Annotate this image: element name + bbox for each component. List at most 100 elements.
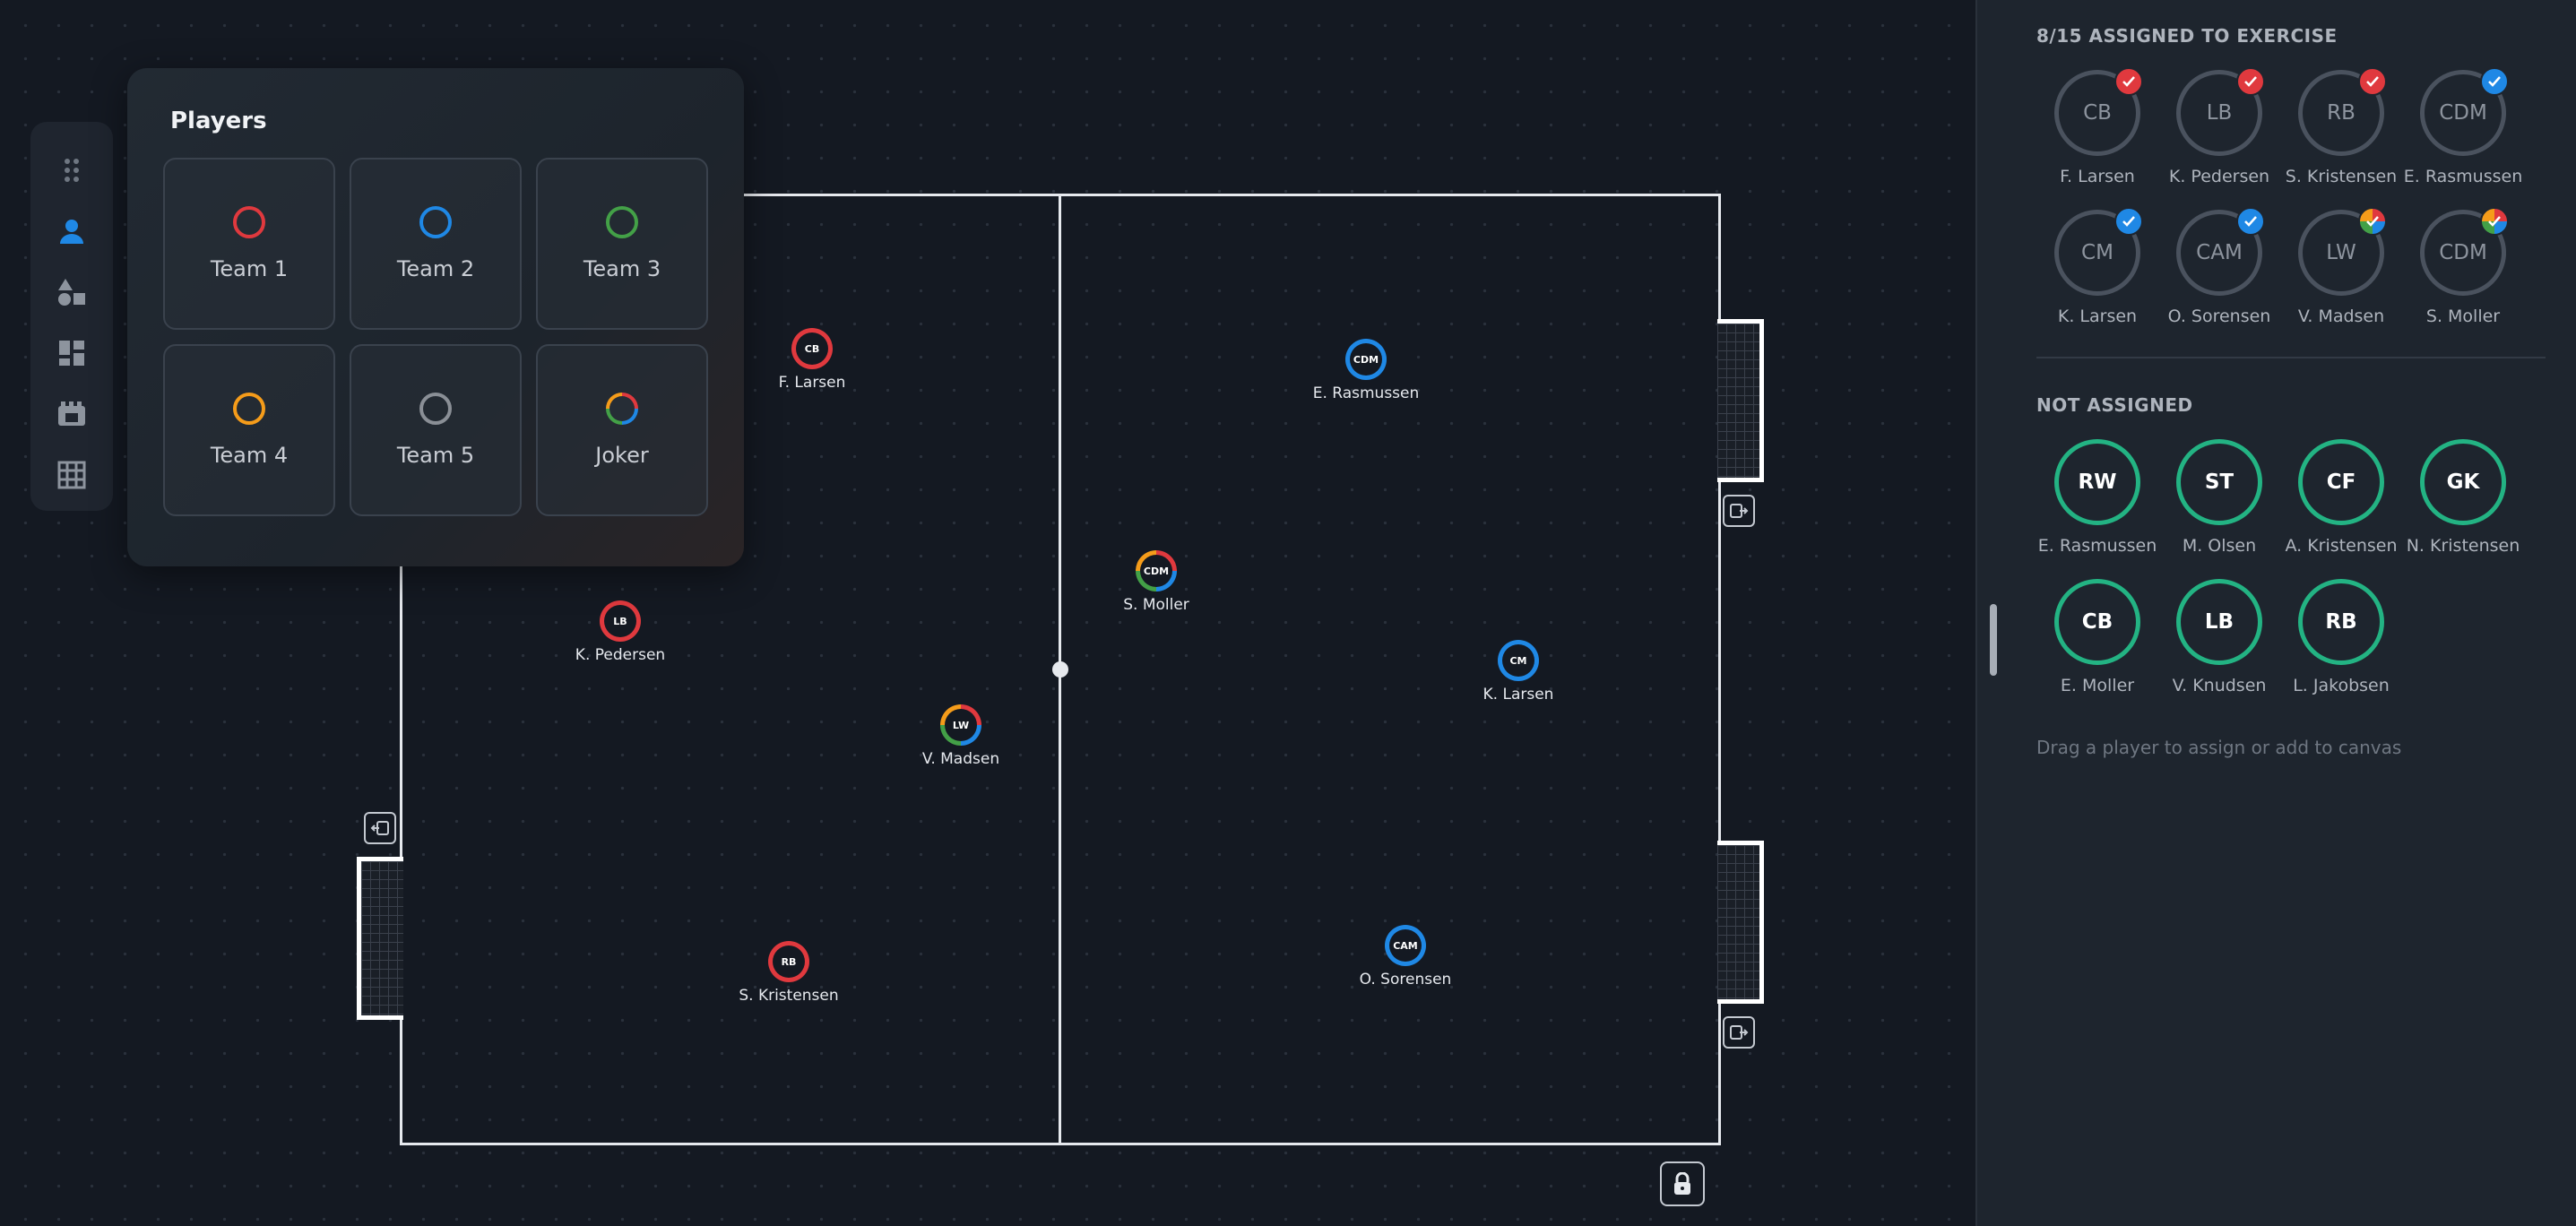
unassigned-player[interactable]: RW E. Rasmussen	[2036, 439, 2158, 556]
team-card-team-5[interactable]: Team 5	[350, 344, 522, 516]
not-assigned-section-title: NOT ASSIGNED	[2036, 394, 2193, 416]
toolbar-players-tool[interactable]	[45, 204, 99, 258]
team-color-ring	[233, 206, 265, 238]
pitch-token-k-larsen[interactable]: CM K. Larsen	[1429, 640, 1608, 704]
players-panel-title: Players	[170, 108, 267, 134]
token-name: K. Larsen	[1482, 686, 1554, 704]
pitch-token-o-sorensen[interactable]: CAM O. Sorensen	[1316, 925, 1495, 989]
team-label: Team 1	[210, 256, 289, 281]
pitch-token-s-kristensen[interactable]: RB S. Kristensen	[699, 941, 878, 1005]
player-circle: CF	[2298, 439, 2384, 525]
player-name: F. Larsen	[2060, 167, 2135, 186]
lock-canvas-button[interactable]	[1660, 1161, 1705, 1206]
pitch-token-s-moller[interactable]: CDM S. Moller	[1067, 550, 1246, 614]
lock-icon	[1674, 1172, 1690, 1195]
check-icon	[2236, 67, 2265, 96]
player-circle: CDM	[2420, 67, 2509, 156]
goal-swap-icon	[1730, 504, 1749, 518]
pitch-token-v-madsen[interactable]: LW V. Madsen	[871, 704, 1050, 768]
pitch-token-k-pedersen[interactable]: LB K. Pedersen	[531, 600, 710, 664]
check-icon	[2236, 207, 2265, 236]
exercise-sidebar: 8/15 ASSIGNED TO EXERCISE CB F. Larsen L…	[1975, 0, 2576, 1226]
toolbar-drag-handle[interactable]	[45, 143, 99, 197]
player-circle: CB	[2054, 67, 2143, 156]
assigned-player[interactable]: LB K. Pedersen	[2158, 67, 2280, 186]
goal-badge-right-bottom[interactable]	[1723, 1016, 1755, 1049]
pitch-token-e-rasmussen[interactable]: CDM E. Rasmussen	[1276, 339, 1456, 402]
player-name: E. Rasmussen	[2037, 536, 2157, 556]
team-color-ring	[419, 393, 452, 425]
team-card-team-3[interactable]: Team 3	[536, 158, 708, 330]
assigned-player[interactable]: RB S. Kristensen	[2280, 67, 2402, 186]
player-name: E. Moller	[2060, 676, 2135, 695]
check-icon	[2358, 67, 2387, 96]
players-panel: Players Team 1 Team 2 Team 3 Team 4 Team…	[127, 68, 744, 566]
toolbar-equipment-tool[interactable]	[45, 387, 99, 441]
player-name: O. Sorensen	[2167, 306, 2271, 326]
token-ring: CDM	[1136, 550, 1177, 591]
token-name: O. Sorensen	[1359, 971, 1452, 989]
app-root: CB F. Larsen LB K. Pedersen RB S. Kriste…	[0, 0, 2576, 1226]
sidebar-resize-handle[interactable]	[1990, 604, 1997, 676]
team-card-team-1[interactable]: Team 1	[163, 158, 335, 330]
unassigned-player[interactable]: RB L. Jakobsen	[2280, 579, 2402, 695]
toolbar-grid-tool[interactable]	[45, 448, 99, 502]
check-icon	[2114, 67, 2143, 96]
assigned-player[interactable]: CB F. Larsen	[2036, 67, 2158, 186]
token-name: E. Rasmussen	[1312, 384, 1420, 402]
token-name: F. Larsen	[778, 374, 846, 392]
team-card-team-2[interactable]: Team 2	[350, 158, 522, 330]
unassigned-player[interactable]: CB E. Moller	[2036, 579, 2158, 695]
shapes-icon	[58, 279, 85, 306]
film-icon	[58, 401, 85, 426]
team-color-ring	[233, 393, 265, 425]
player-name: S. Moller	[2425, 306, 2501, 326]
toolbar-shapes-tool[interactable]	[45, 265, 99, 319]
right-goal-bottom[interactable]	[1717, 841, 1764, 1004]
player-name: L. Jakobsen	[2293, 676, 2390, 695]
team-card-team-4[interactable]: Team 4	[163, 344, 335, 516]
player-circle: LB	[2176, 579, 2262, 665]
assigned-player[interactable]: LW V. Madsen	[2280, 207, 2402, 326]
goal-badge-left[interactable]	[364, 812, 396, 844]
unassigned-player[interactable]: GK N. Kristensen	[2402, 439, 2524, 556]
unassigned-player[interactable]: ST M. Olsen	[2158, 439, 2280, 556]
team-label: Team 3	[583, 256, 661, 281]
token-name: S. Moller	[1123, 596, 1189, 614]
toolbar-layout-tool[interactable]	[45, 326, 99, 380]
assigned-player[interactable]: CAM O. Sorensen	[2158, 207, 2280, 326]
team-card-joker[interactable]: Joker	[536, 344, 708, 516]
player-circle: CM	[2054, 207, 2143, 296]
layout-icon	[59, 341, 84, 366]
assigned-player-grid: CB F. Larsen LB K. Pedersen RB S. Kriste…	[2036, 67, 2576, 326]
center-spot	[1052, 661, 1068, 678]
pitch-token-f-larsen[interactable]: CB F. Larsen	[722, 328, 902, 392]
assigned-player[interactable]: CDM E. Rasmussen	[2402, 67, 2524, 186]
team-label: Team 5	[396, 443, 475, 468]
player-name: S. Kristensen	[2285, 167, 2398, 186]
token-name: S. Kristensen	[739, 987, 839, 1005]
goal-badge-right-top[interactable]	[1723, 495, 1755, 527]
team-label: Team 2	[396, 256, 475, 281]
check-icon	[2358, 207, 2387, 236]
right-goal-top[interactable]	[1717, 319, 1764, 482]
unassigned-player-grid: RW E. Rasmussen ST M. Olsen CF A. Kriste…	[2036, 439, 2576, 695]
team-label: Joker	[595, 443, 649, 468]
assigned-player[interactable]: CDM S. Moller	[2402, 207, 2524, 326]
token-ring: LW	[940, 704, 981, 746]
player-circle: RW	[2054, 439, 2140, 525]
drawing-canvas[interactable]: CB F. Larsen LB K. Pedersen RB S. Kriste…	[0, 0, 1975, 1226]
assigned-player[interactable]: CM K. Larsen	[2036, 207, 2158, 326]
unassigned-player[interactable]: CF A. Kristensen	[2280, 439, 2402, 556]
left-goal[interactable]	[357, 857, 403, 1020]
token-ring: RB	[768, 941, 809, 982]
player-circle: RB	[2298, 579, 2384, 665]
token-ring: CM	[1498, 640, 1539, 681]
team-color-ring	[419, 206, 452, 238]
player-name: K. Larsen	[2057, 306, 2138, 326]
person-icon	[60, 220, 83, 244]
player-circle: LW	[2298, 207, 2387, 296]
unassigned-player[interactable]: LB V. Knudsen	[2158, 579, 2280, 695]
section-divider	[2036, 357, 2546, 358]
player-name: V. Madsen	[2297, 306, 2385, 326]
